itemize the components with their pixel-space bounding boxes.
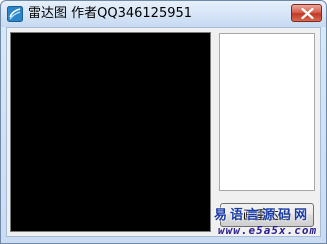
data-list-box[interactable] xyxy=(219,33,315,191)
close-icon xyxy=(301,8,314,19)
draw-radar-button[interactable]: 画雷达图 xyxy=(220,203,314,227)
title-bar[interactable]: 雷达图 作者QQ346125951 xyxy=(1,1,326,27)
app-icon xyxy=(7,6,23,22)
window-title: 雷达图 作者QQ346125951 xyxy=(28,6,193,21)
radar-canvas[interactable] xyxy=(10,32,211,232)
close-button[interactable] xyxy=(291,4,322,22)
